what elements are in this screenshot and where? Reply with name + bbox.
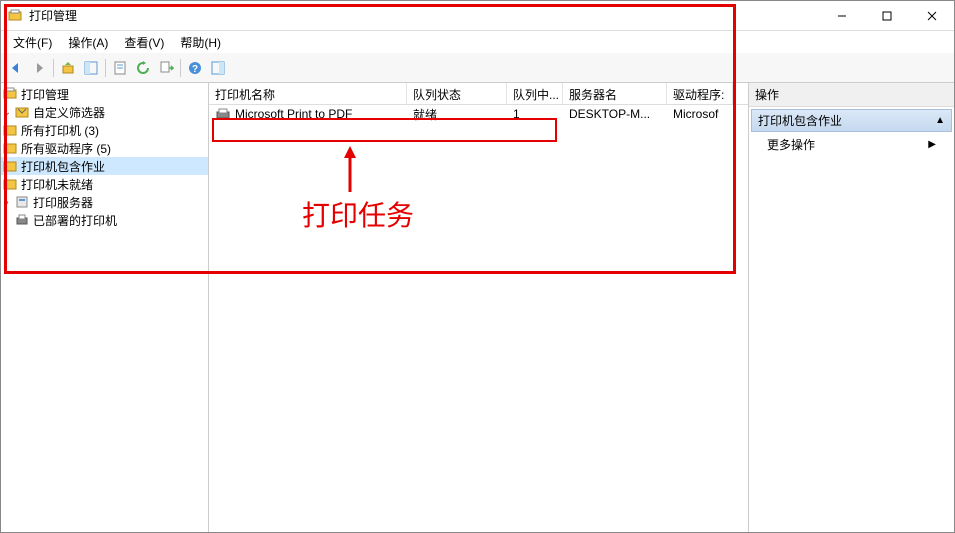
filter-icon (2, 140, 18, 156)
tree-root[interactable]: 打印管理 (1, 85, 208, 103)
menu-action[interactable]: 操作(A) (60, 32, 116, 53)
chevron-right-icon: ▶ (928, 139, 936, 150)
col-server[interactable]: 服务器名 (563, 83, 667, 104)
server-icon (14, 194, 30, 210)
printer-row[interactable]: Microsoft Print to PDF 就绪 1 DESKTOP-M...… (209, 105, 748, 123)
print-management-window: 打印管理 文件(F) 操作(A) 查看(V) 帮助(H) ? (0, 0, 955, 533)
filter-icon (14, 104, 30, 120)
menubar: 文件(F) 操作(A) 查看(V) 帮助(H) (1, 31, 954, 53)
forward-button[interactable] (28, 57, 50, 79)
window-title: 打印管理 (29, 7, 819, 24)
menu-file[interactable]: 文件(F) (5, 32, 60, 53)
printer-queue: 1 (507, 106, 563, 122)
printer-server: DESKTOP-M... (563, 106, 667, 122)
printer-name: Microsoft Print to PDF (235, 107, 352, 121)
printer-status: 就绪 (407, 105, 507, 124)
actions-subheader[interactable]: 打印机包含作业 ▲ (751, 109, 952, 132)
tree-print-servers[interactable]: › 打印服务器 (1, 193, 208, 211)
minimize-button[interactable] (819, 1, 864, 30)
actions-pane: 操作 打印机包含作业 ▲ 更多操作 ▶ (749, 83, 954, 532)
menu-view[interactable]: 查看(V) (116, 32, 172, 53)
filter-icon (2, 158, 18, 174)
export-button[interactable] (155, 57, 177, 79)
show-hide-action-button[interactable] (207, 57, 229, 79)
actions-header: 操作 (749, 83, 954, 107)
tree-pane: 打印管理 ⌄ 自定义筛选器 所有打印机 (3) 所有驱动程序 (5) (1, 83, 209, 532)
back-button[interactable] (5, 57, 27, 79)
printer-icon (215, 108, 231, 120)
printer-icon (14, 212, 30, 228)
titlebar: 打印管理 (1, 1, 954, 31)
maximize-button[interactable] (864, 1, 909, 30)
filter-icon (2, 122, 18, 138)
expand-icon[interactable]: › (1, 197, 13, 208)
col-driver[interactable]: 驱动程序: (667, 83, 733, 104)
app-icon (7, 8, 23, 24)
column-headers: 打印机名称 队列状态 队列中... 服务器名 驱动程序: (209, 83, 748, 105)
tree-all-printers[interactable]: 所有打印机 (3) (1, 121, 208, 139)
close-button[interactable] (909, 1, 954, 30)
menu-help[interactable]: 帮助(H) (172, 32, 229, 53)
show-hide-tree-button[interactable] (80, 57, 102, 79)
tree-all-drivers[interactable]: 所有驱动程序 (5) (1, 139, 208, 157)
tree-custom-filters[interactable]: ⌄ 自定义筛选器 (1, 103, 208, 121)
printer-driver: Microsof (667, 106, 733, 122)
collapse-icon[interactable]: ⌄ (1, 107, 13, 118)
folder-icon (2, 86, 18, 102)
list-pane: 打印机名称 队列状态 队列中... 服务器名 驱动程序: Microsoft P… (209, 83, 749, 532)
properties-button[interactable] (109, 57, 131, 79)
tree-deployed-printers[interactable]: 已部署的打印机 (1, 211, 208, 229)
tree-printers-not-ready[interactable]: 打印机未就绪 (1, 175, 208, 193)
col-status[interactable]: 队列状态 (407, 83, 507, 104)
tree-printers-with-jobs[interactable]: 打印机包含作业 (1, 157, 208, 175)
action-more[interactable]: 更多操作 ▶ (749, 132, 954, 157)
refresh-button[interactable] (132, 57, 154, 79)
chevron-up-icon: ▲ (935, 115, 945, 126)
toolbar: ? (1, 53, 954, 83)
filter-icon (2, 176, 18, 192)
svg-text:?: ? (192, 64, 198, 75)
col-queue[interactable]: 队列中... (507, 83, 563, 104)
help-button[interactable]: ? (184, 57, 206, 79)
up-button[interactable] (57, 57, 79, 79)
col-name[interactable]: 打印机名称 (209, 83, 407, 104)
